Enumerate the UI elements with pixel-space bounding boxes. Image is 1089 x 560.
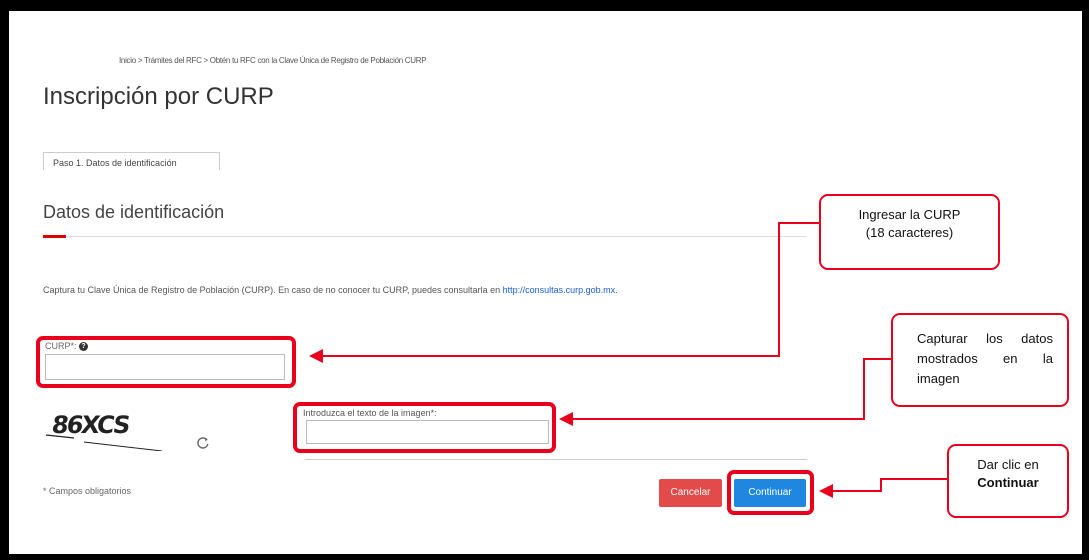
arrowhead-continue [819,484,833,498]
callout-curp-line1: Ingresar la CURP [858,207,961,222]
annotation-arrows [309,222,947,498]
arrow-captcha [569,358,891,420]
callout-curp-line2: (18 caracteres) [865,225,954,240]
callout-continue: Dar clic en Continuar [947,444,1069,518]
arrow-curp [319,222,819,357]
callout-continue-prefix: Dar clic en [977,457,1039,472]
screenshot-frame: Inicio > Trámites del RFC > Obtén tu RFC… [9,11,1082,554]
callout-captcha: Capturar los datos mostrados en la image… [891,313,1069,407]
callout-continue-bold: Continuar [977,475,1039,490]
arrow-continue [829,478,947,492]
callout-curp: Ingresar la CURP (18 caracteres) [819,194,1000,270]
arrowhead-captcha [559,412,573,426]
arrowhead-curp [309,349,323,363]
